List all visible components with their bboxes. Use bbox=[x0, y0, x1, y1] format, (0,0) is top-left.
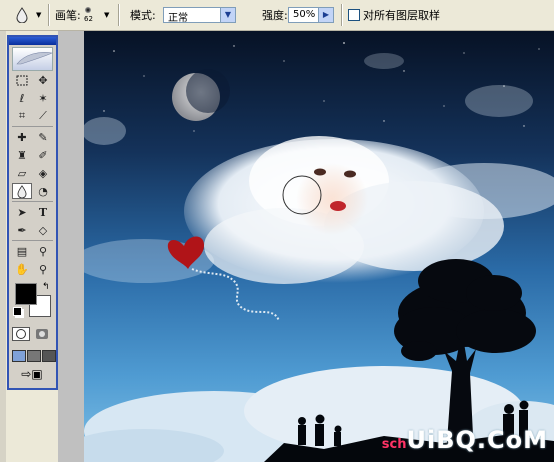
default-colors-icon[interactable] bbox=[13, 307, 22, 316]
toolbox-titlebar[interactable] bbox=[9, 37, 56, 45]
screen-mode-standard-icon[interactable] bbox=[12, 350, 26, 362]
watermark-prefix: sch bbox=[381, 437, 407, 452]
chevron-down-icon: ▼ bbox=[220, 8, 235, 22]
crop-tool-icon[interactable]: ⌗ bbox=[12, 108, 32, 124]
left-dock-edge bbox=[0, 31, 6, 462]
type-tool-icon[interactable]: T bbox=[33, 204, 53, 220]
foreground-color-swatch[interactable] bbox=[15, 283, 37, 305]
brush-tip-icon bbox=[85, 7, 92, 13]
slider-arrow-icon[interactable]: ▶ bbox=[318, 8, 333, 22]
lasso-tool-icon[interactable]: ℓ bbox=[12, 90, 32, 106]
shape-tool-icon[interactable]: ◇ bbox=[33, 222, 53, 238]
magic-wand-tool-icon[interactable]: ✶ bbox=[33, 90, 53, 106]
blur-tool-button[interactable] bbox=[12, 183, 32, 199]
clone-stamp-tool-icon[interactable]: ♜ bbox=[12, 147, 32, 163]
mode-select[interactable]: 正常 ▼ bbox=[163, 7, 236, 24]
strength-label: 强度: bbox=[262, 9, 288, 22]
marquee-tool-icon[interactable] bbox=[12, 72, 32, 88]
brush-dropdown-icon[interactable]: ▼ bbox=[104, 0, 109, 30]
jump-to-imageready-icon[interactable]: ⇨▣ bbox=[15, 367, 49, 381]
document-canvas[interactable]: schUiBQ.CoM bbox=[84, 31, 554, 462]
brush-tool-icon[interactable]: ✎ bbox=[33, 129, 53, 145]
eyedropper-tool-icon[interactable]: ⚲ bbox=[33, 243, 53, 259]
history-brush-tool-icon[interactable]: ✐ bbox=[33, 147, 53, 163]
mode-value: 正常 bbox=[168, 13, 188, 24]
brush-label: 画笔: bbox=[55, 9, 81, 22]
eraser-tool-icon[interactable]: ▱ bbox=[12, 165, 32, 181]
hand-tool-icon[interactable]: ✋ bbox=[12, 261, 32, 277]
zoom-tool-icon[interactable]: ⚲ bbox=[33, 261, 53, 277]
watermark-main: UiBQ.CoM bbox=[406, 426, 548, 454]
path-select-tool-icon[interactable]: ➤ bbox=[12, 204, 32, 220]
canvas-backdrop bbox=[58, 31, 84, 462]
standard-mode-button[interactable] bbox=[12, 327, 30, 341]
pen-tool-icon[interactable]: ✒ bbox=[12, 222, 32, 238]
screen-mode-fullmenu-icon[interactable] bbox=[27, 350, 41, 362]
blur-tool-icon[interactable] bbox=[16, 0, 28, 30]
notes-tool-icon[interactable]: ▤ bbox=[12, 243, 32, 259]
quick-mask-button[interactable] bbox=[33, 327, 51, 341]
options-bar: ▼ 画笔: 62 ▼ 模式: 正常 ▼ 强度: 50% ▶ 对所有图层取样 bbox=[0, 0, 554, 31]
strength-value: 50% bbox=[293, 9, 316, 20]
feather-logo-icon bbox=[12, 47, 54, 71]
tool-preset-dropdown-icon[interactable]: ▼ bbox=[36, 0, 41, 30]
toolbox: ✥ ℓ ✶ ⌗ ⟋ ✚ ✎ ♜ ✐ ▱ ◈ ◔ ➤ T ✒ ◇ ▤ ⚲ ✋ ⚲ … bbox=[7, 35, 58, 390]
slice-tool-icon[interactable]: ⟋ bbox=[33, 108, 53, 124]
watermark-text: schUiBQ.CoM bbox=[382, 426, 548, 454]
brush-size: 62 bbox=[84, 15, 93, 23]
artwork-image bbox=[84, 31, 554, 462]
screen-mode-full-icon[interactable] bbox=[42, 350, 56, 362]
mode-label: 模式: bbox=[130, 9, 156, 22]
checkbox-box[interactable] bbox=[348, 9, 360, 21]
healing-brush-tool-icon[interactable]: ✚ bbox=[12, 129, 32, 145]
sample-all-layers-label: 对所有图层取样 bbox=[363, 9, 440, 22]
brush-picker[interactable]: 62 bbox=[84, 0, 93, 30]
sample-all-layers-checkbox[interactable]: 对所有图层取样 bbox=[348, 0, 440, 30]
water-drop-icon bbox=[17, 184, 27, 198]
move-tool-icon[interactable]: ✥ bbox=[33, 72, 53, 88]
strength-input[interactable]: 50% ▶ bbox=[288, 7, 334, 23]
paint-bucket-tool-icon[interactable]: ◈ bbox=[33, 165, 53, 181]
swap-colors-icon[interactable]: ↰ bbox=[42, 282, 50, 292]
dodge-tool-icon[interactable]: ◔ bbox=[33, 183, 53, 199]
